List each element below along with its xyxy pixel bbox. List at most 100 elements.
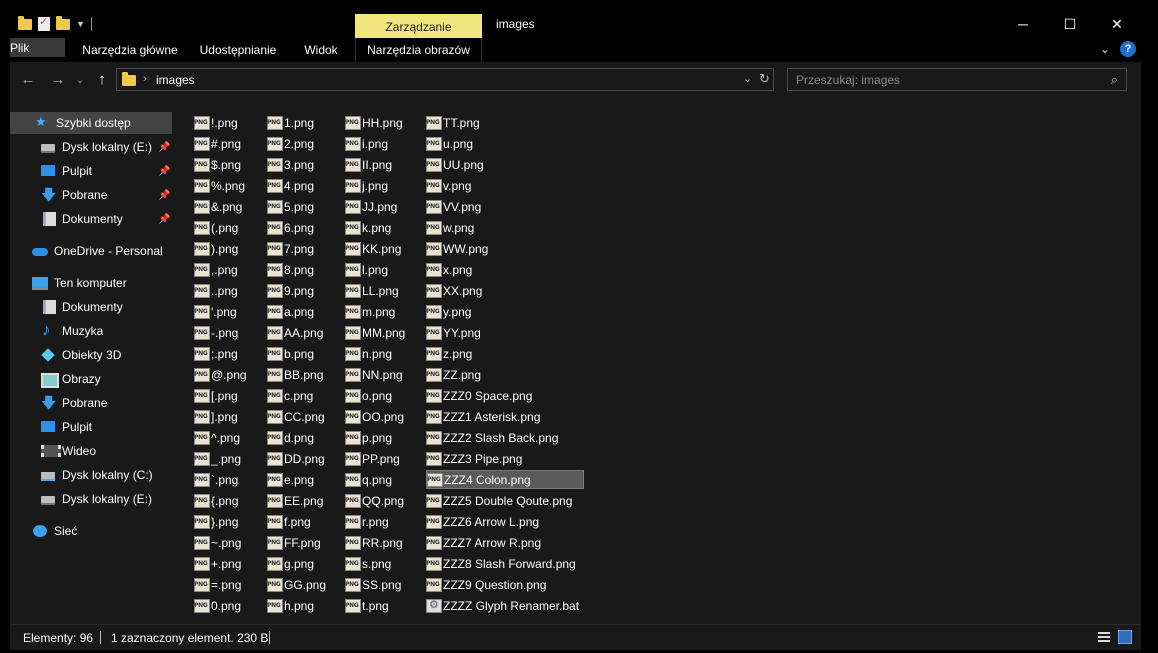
file-item[interactable]: ZZZ2 Slash Back.png <box>426 428 584 447</box>
file-item[interactable]: OO.png <box>345 407 419 426</box>
file-item[interactable]: 5.png <box>267 197 337 216</box>
file-item[interactable]: c.png <box>267 386 337 405</box>
file-item[interactable]: q.png <box>345 470 419 489</box>
file-item[interactable]: ZZZ4 Colon.png <box>426 470 584 489</box>
file-item[interactable]: n.png <box>345 344 419 363</box>
file-item[interactable]: 4.png <box>267 176 337 195</box>
search-icon[interactable]: ⌕ <box>1111 72 1118 88</box>
file-item[interactable]: 6.png <box>267 218 337 237</box>
file-item[interactable]: v.png <box>426 176 584 195</box>
sidebar-item[interactable]: Dokumenty 📌 <box>40 208 172 230</box>
sidebar-item[interactable]: Szybki dostęp <box>10 112 172 134</box>
breadcrumb[interactable]: images <box>156 73 195 87</box>
file-item[interactable]: BB.png <box>267 365 337 384</box>
sidebar-item[interactable]: Pobrane <box>40 392 172 418</box>
file-item[interactable]: EE.png <box>267 491 337 510</box>
file-item[interactable]: ZZ.png <box>426 365 584 384</box>
details-view-icon[interactable] <box>1097 630 1111 644</box>
file-item[interactable]: j.png <box>345 176 419 195</box>
sidebar-item[interactable]: Pulpit 📌 <box>40 160 172 182</box>
sidebar-item[interactable]: Ten komputer <box>32 272 172 294</box>
file-item[interactable]: ..png <box>194 281 262 300</box>
file-item[interactable]: %.png <box>194 176 262 195</box>
sidebar-item[interactable]: Sieć <box>32 520 172 542</box>
forward-arrow-icon[interactable]: → <box>48 70 68 90</box>
file-item[interactable]: &.png <box>194 197 262 216</box>
file-item[interactable]: ZZZ8 Slash Forward.png <box>426 554 584 573</box>
maximize-button[interactable]: ☐ <box>1047 10 1093 38</box>
file-item[interactable]: TT.png <box>426 113 584 132</box>
sidebar-item[interactable]: Dokumenty <box>40 296 172 318</box>
file-item[interactable]: k.png <box>345 218 419 237</box>
file-item[interactable]: ZZZZ Glyph Renamer.bat <box>426 596 584 615</box>
sidebar-item[interactable]: Obrazy <box>40 368 172 390</box>
chevron-down-icon[interactable]: ⌄ <box>743 72 752 85</box>
file-item[interactable]: ZZZ7 Arrow R.png <box>426 533 584 552</box>
sidebar-item[interactable]: OneDrive - Personal <box>32 240 172 262</box>
file-item[interactable]: y.png <box>426 302 584 321</box>
pin-icon[interactable]: 📌 <box>158 214 170 225</box>
file-item[interactable]: p.png <box>345 428 419 447</box>
file-item[interactable]: 7.png <box>267 239 337 258</box>
file-item[interactable]: VV.png <box>426 197 584 216</box>
file-item[interactable]: t.png <box>345 596 419 615</box>
file-item[interactable]: WW.png <box>426 239 584 258</box>
file-item[interactable]: QQ.png <box>345 491 419 510</box>
file-item[interactable]: ZZZ3 Pipe.png <box>426 449 584 468</box>
file-item[interactable]: SS.png <box>345 575 419 594</box>
file-item[interactable]: @.png <box>194 365 262 384</box>
file-item[interactable]: ZZZ0 Space.png <box>426 386 584 405</box>
file-item[interactable]: !.png <box>194 113 262 132</box>
sidebar-item[interactable]: Wideo <box>40 440 172 462</box>
file-item[interactable]: {.png <box>194 491 262 510</box>
minimize-button[interactable]: ─ <box>1000 10 1046 38</box>
file-item[interactable]: LL.png <box>345 281 419 300</box>
pin-icon[interactable]: 📌 <box>158 142 170 153</box>
tab-picture-tools[interactable]: Narzędzia obrazów <box>355 38 482 62</box>
file-item[interactable]: AA.png <box>267 323 337 342</box>
file-item[interactable]: UU.png <box>426 155 584 174</box>
refresh-icon[interactable]: ↻ <box>759 71 770 87</box>
file-item[interactable]: }.png <box>194 512 262 531</box>
file-item[interactable]: HH.png <box>345 113 419 132</box>
file-item[interactable]: ZZZ9 Question.png <box>426 575 584 594</box>
tab-home[interactable]: Narzędzia główne <box>70 38 190 62</box>
file-item[interactable]: ,.png <box>194 260 262 279</box>
sidebar-item[interactable]: Dysk lokalny (E:) <box>40 488 172 510</box>
file-item[interactable]: 0.png <box>194 596 262 615</box>
sidebar-item[interactable]: Pobrane 📌 <box>40 184 172 210</box>
search-input[interactable]: Przeszukaj: images ⌕ <box>787 68 1127 91</box>
file-item[interactable]: 2.png <box>267 134 337 153</box>
large-icons-view-icon[interactable] <box>1118 630 1132 644</box>
sidebar-item[interactable]: Obiekty 3D <box>40 344 172 366</box>
back-arrow-icon[interactable]: ← <box>18 70 38 90</box>
tab-view[interactable]: Widok <box>288 38 354 62</box>
file-item[interactable]: PP.png <box>345 449 419 468</box>
tab-share[interactable]: Udostępnianie <box>190 38 286 62</box>
sidebar-item[interactable]: Dysk lokalny (E:) 📌 <box>40 136 172 158</box>
file-item[interactable]: =.png <box>194 575 262 594</box>
file-item[interactable]: ).png <box>194 239 262 258</box>
file-item[interactable]: II.png <box>345 155 419 174</box>
file-item[interactable]: _.png <box>194 449 262 468</box>
up-arrow-icon[interactable]: ↑ <box>92 70 112 90</box>
file-item[interactable]: #.png <box>194 134 262 153</box>
customize-toolbar-icon[interactable]: ▼ <box>76 19 85 29</box>
sidebar-item[interactable]: Pulpit <box>40 416 172 438</box>
file-item[interactable]: [.png <box>194 386 262 405</box>
file-item[interactable]: b.png <box>267 344 337 363</box>
file-item[interactable]: x.png <box>426 260 584 279</box>
file-item[interactable]: 1.png <box>267 113 337 132</box>
file-item[interactable]: XX.png <box>426 281 584 300</box>
file-item[interactable]: d.png <box>267 428 337 447</box>
address-bar[interactable]: › images ⌄ ↻ <box>116 68 774 91</box>
file-item[interactable]: ~.png <box>194 533 262 552</box>
file-item[interactable]: r.png <box>345 512 419 531</box>
file-item[interactable]: h.png <box>267 596 337 615</box>
expand-ribbon-icon[interactable]: ⌄ <box>1100 42 1110 56</box>
file-item[interactable]: w.png <box>426 218 584 237</box>
file-item[interactable]: a.png <box>267 302 337 321</box>
file-item[interactable]: YY.png <box>426 323 584 342</box>
file-item[interactable]: ZZZ1 Asterisk.png <box>426 407 584 426</box>
file-item[interactable]: ^.png <box>194 428 262 447</box>
